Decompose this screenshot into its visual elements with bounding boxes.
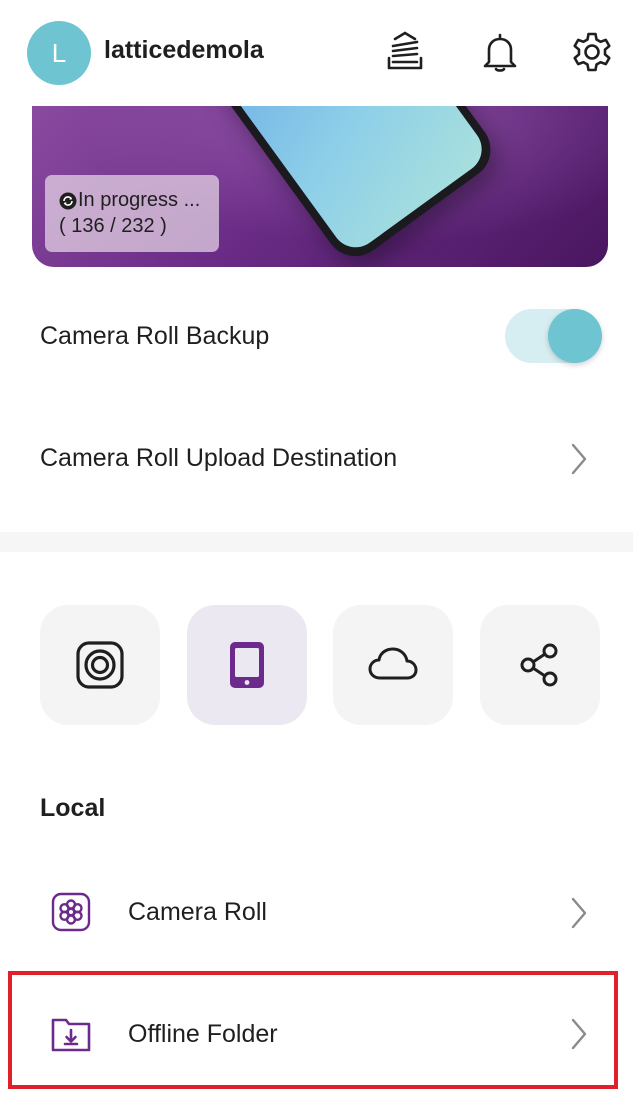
backup-status-text: In progress ... (78, 189, 201, 211)
backup-progress-pill: In progress ... ( 136 / 232 ) (45, 175, 219, 252)
app-screen: L latticedemola In progress ... (136 / … (0, 0, 633, 1096)
share-icon (520, 643, 558, 687)
camera-roll-backup-toggle[interactable] (505, 309, 602, 363)
top-header: L latticedemola (0, 0, 633, 106)
chevron-right-icon (568, 1017, 590, 1051)
list-item-camera-roll[interactable]: Camera Roll (0, 862, 633, 962)
upload-stack-icon[interactable] (383, 30, 427, 74)
offline-folder-label: Offline Folder (128, 1020, 278, 1048)
upload-destination-row[interactable]: Camera Roll Upload Destination (0, 418, 633, 498)
tile-camera[interactable] (40, 605, 160, 725)
avatar[interactable]: L (27, 21, 91, 85)
username: latticedemola (104, 36, 264, 64)
toggle-knob (548, 309, 602, 363)
chevron-right-icon (568, 442, 590, 476)
download-folder-icon (50, 1013, 92, 1055)
tile-cloud[interactable] (333, 605, 453, 725)
camera-roll-label: Camera Roll (128, 898, 267, 926)
tile-device[interactable] (187, 605, 307, 725)
bell-icon[interactable] (478, 30, 522, 74)
sync-icon (59, 192, 77, 209)
upload-destination-label: Camera Roll Upload Destination (40, 443, 398, 472)
avatar-initial: L (51, 37, 67, 68)
backup-progress-count: ( 136 / 232 ) (59, 215, 167, 237)
tile-share[interactable] (480, 605, 600, 725)
flower-icon (50, 891, 92, 933)
cloud-icon (368, 647, 418, 680)
tablet-icon (230, 642, 264, 688)
backup-banner: In progress ... ( 136 / 232 ) (32, 106, 608, 267)
list-item-offline-folder[interactable]: Offline Folder (0, 983, 633, 1083)
local-section-title: Local (40, 794, 106, 822)
chevron-right-icon (568, 896, 590, 930)
gear-icon[interactable] (570, 30, 614, 74)
camera-lens-icon (76, 641, 124, 689)
section-divider (0, 532, 633, 552)
camera-roll-backup-label: Camera Roll Backup (40, 321, 270, 350)
